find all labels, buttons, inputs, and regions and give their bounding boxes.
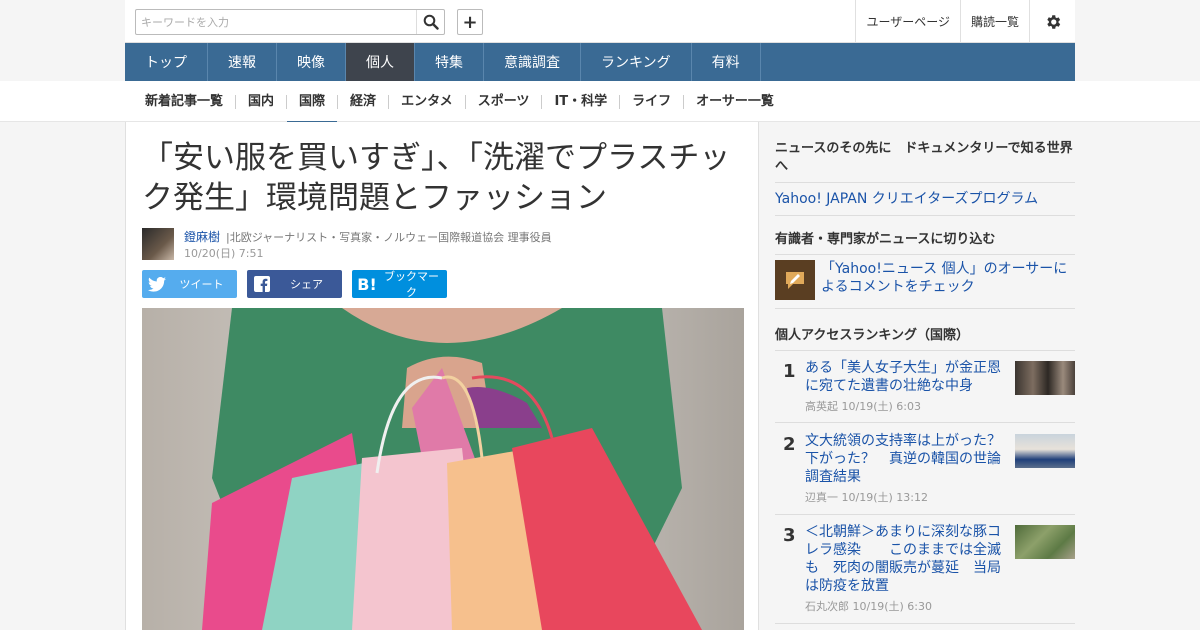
ranking-thumbnail[interactable] — [1015, 434, 1075, 468]
facebook-icon — [247, 276, 277, 292]
experts-block: 有識者・専門家がニュースに切り込む 「Yahoo!ニュース 個人」のオーサーによ… — [775, 231, 1075, 309]
subscriptions-link[interactable]: 購読一覧 — [959, 0, 1029, 43]
divider — [775, 422, 1075, 423]
search-input[interactable] — [136, 10, 416, 34]
rank-number: 3 — [783, 525, 796, 546]
subnav-latest[interactable]: 新着記事一覧 — [145, 94, 235, 109]
gear-icon — [1046, 14, 1060, 29]
experts-heading: 有識者・専門家がニュースに切り込む — [775, 232, 996, 247]
main-nav: トップ 速報 映像 個人 特集 意識調査 ランキング 有料 — [125, 43, 1075, 81]
tab-features[interactable]: 特集 — [415, 43, 484, 81]
user-page-link[interactable]: ユーザーページ — [855, 0, 960, 43]
promo-block: ニュースのその先に ドキュメンタリーで知る世界へ Yahoo! JAPAN クリ… — [775, 140, 1075, 216]
hatena-bookmark-label: ブックマーク — [384, 270, 439, 299]
tab-paid[interactable]: 有料 — [692, 43, 761, 81]
ranking-title[interactable]: ある「美人女子大生」が金正恩に宛てた遺書の壮絶な中身 — [805, 359, 1005, 395]
search-button[interactable] — [416, 10, 444, 34]
settings-button[interactable] — [1029, 0, 1075, 43]
plus-icon: + — [462, 11, 478, 33]
add-button[interactable]: + — [457, 9, 483, 35]
subnav-sports[interactable]: スポーツ — [464, 94, 542, 109]
hatena-bookmark-button[interactable]: B! ブックマーク — [352, 270, 447, 299]
ranking-title[interactable]: ＜北朝鮮＞あまりに深刻な豚コレラ感染 このままでは全滅も 死肉の闇販売が蔓延 当… — [805, 523, 1005, 595]
creators-program-link[interactable]: Yahoo! JAPAN クリエイターズプログラム — [775, 190, 1075, 208]
promo-heading: ニュースのその先に ドキュメンタリーで知る世界へ — [775, 141, 1073, 174]
publish-date: 10/20(日) 7:51 — [184, 247, 264, 260]
article: 「安い服を買いすぎ」、「洗濯でプラスチック発生」環境問題とファッション 鐙麻樹 … — [125, 122, 759, 630]
tab-survey[interactable]: 意識調査 — [484, 43, 581, 81]
ranking-title[interactable]: 文大統領の支持率は上がった？下がった？ 真逆の韓国の世論調査結果 — [805, 432, 1005, 486]
subnav-it-science[interactable]: IT・科学 — [541, 94, 619, 109]
sub-nav: 新着記事一覧 国内 国際 経済 エンタメ スポーツ IT・科学 ライフ オーサー… — [145, 81, 786, 124]
sidebar: ニュースのその先に ドキュメンタリーで知る世界へ Yahoo! JAPAN クリ… — [775, 122, 1075, 630]
divider — [775, 254, 1075, 255]
author-name[interactable]: 鐙麻樹 — [184, 228, 220, 245]
experts-comment-link[interactable]: 「Yahoo!ニュース 個人」のオーサーによるコメントをチェック — [821, 260, 1075, 296]
divider — [775, 514, 1075, 515]
search-icon — [423, 14, 439, 30]
rank-number: 2 — [783, 434, 796, 455]
facebook-share-button[interactable]: シェア — [247, 270, 342, 298]
share-buttons: ツイート シェア B! ブックマーク — [142, 270, 457, 299]
article-hero-image — [142, 308, 744, 630]
subnav-international[interactable]: 国際 — [286, 94, 338, 124]
tab-ranking[interactable]: ランキング — [581, 43, 692, 81]
tweet-button[interactable]: ツイート — [142, 270, 237, 298]
tab-individual[interactable]: 個人 — [346, 43, 415, 81]
hatena-bookmark-icon: B! — [357, 274, 377, 294]
ranking-meta: 高英起 10/19(土) 6:03 — [805, 400, 921, 413]
subnav-entertainment[interactable]: エンタメ — [388, 94, 465, 109]
article-title: 「安い服を買いすぎ」、「洗濯でプラスチック発生」環境問題とファッション — [142, 140, 731, 216]
search-box — [135, 9, 445, 35]
tab-breaking[interactable]: 速報 — [208, 43, 277, 81]
divider — [775, 215, 1075, 216]
tab-top[interactable]: トップ — [125, 43, 208, 81]
author-description: |北欧ジャーナリスト・写真家・ノルウェー国際報道協会 理事役員 — [226, 231, 552, 244]
ranking-thumbnail[interactable] — [1015, 525, 1075, 559]
divider — [775, 350, 1075, 351]
divider — [775, 182, 1075, 183]
tab-video[interactable]: 映像 — [277, 43, 346, 81]
ranking-heading: 個人アクセスランキング（国際） — [775, 328, 969, 343]
subnav-economy[interactable]: 経済 — [337, 94, 388, 109]
subnav-authors[interactable]: オーサー一覧 — [683, 94, 786, 109]
top-bar: + ユーザーページ 購読一覧 — [125, 0, 1075, 43]
ranking-thumbnail[interactable] — [1015, 361, 1075, 395]
ranking-meta: 辺真一 10/19(土) 13:12 — [805, 491, 928, 504]
subnav-life[interactable]: ライフ — [619, 94, 683, 109]
divider — [775, 308, 1075, 309]
ranking-meta: 石丸次郎 10/19(土) 6:30 — [805, 600, 932, 613]
ranking-block: 個人アクセスランキング（国際） — [775, 327, 1075, 351]
rank-number: 1 — [783, 361, 796, 382]
facebook-share-label: シェア — [290, 278, 323, 291]
subnav-domestic[interactable]: 国内 — [235, 94, 286, 109]
tweet-label: ツイート — [179, 278, 224, 291]
comment-icon[interactable] — [775, 260, 815, 300]
twitter-icon — [142, 276, 172, 292]
divider — [775, 623, 1075, 624]
author-avatar[interactable] — [142, 228, 174, 260]
